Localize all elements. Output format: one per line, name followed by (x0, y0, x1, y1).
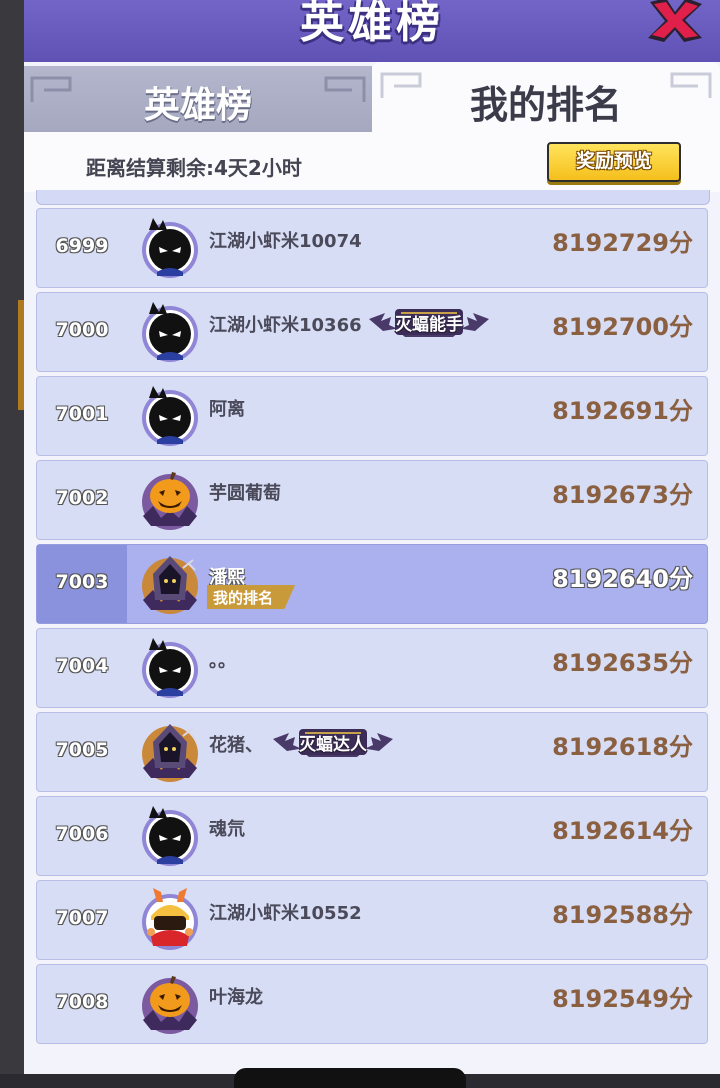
player-name: 江湖小虾米10074 (209, 231, 362, 252)
settlement-countdown: 距离结算剩余:4天2小时 (86, 156, 302, 180)
rank-number: 7005 (55, 739, 109, 761)
list-item[interactable]: 7000 江湖小虾米10366 灭蝠能手 8192700分 (36, 292, 708, 372)
player-score: 8192691分 (552, 397, 693, 425)
list-item[interactable]: 7001 阿离 8192691分 (36, 376, 708, 456)
player-name: 江湖小虾米10366 (209, 315, 362, 336)
background-strip (0, 0, 24, 1074)
list-item[interactable]: 7007 江湖小虾米10552 8192588分 (36, 880, 708, 960)
player-score: 8192614分 (552, 817, 693, 845)
rank-number: 7008 (55, 991, 109, 1013)
close-button[interactable] (644, 0, 706, 46)
list-item[interactable]: 6999 江湖小虾米10074 8192729分 (36, 208, 708, 288)
player-name: 芋圆葡萄 (209, 483, 281, 504)
tab-my-rank[interactable]: 我的排名 (372, 62, 720, 134)
pumpkin-icon (142, 976, 198, 1034)
list-item[interactable]: 7004 。。 8192635分 (36, 628, 708, 708)
player-score: 8192673分 (552, 481, 693, 509)
bunny-warrior-icon (142, 888, 198, 950)
rank-number: 7003 (55, 571, 109, 593)
list-item[interactable]: 7006 魂氘 8192614分 (36, 796, 708, 876)
list-item[interactable]: 7002 芋圆葡萄 8192673分 (36, 460, 708, 540)
player-name: 。。 (209, 651, 236, 672)
player-name: 魂氘 (209, 819, 245, 840)
bottom-handle[interactable] (234, 1068, 466, 1088)
list-item[interactable]: 7005 花猪、 灭蝠达人 8192618分 (36, 712, 708, 792)
player-name: 花猪、 (209, 735, 263, 756)
hooded-reaper-icon (142, 724, 198, 782)
player-score: 8192640分 (552, 565, 693, 593)
list-item[interactable]: 7008 叶海龙 8192549分 (36, 964, 708, 1044)
leaderboard-panel: 英雄榜 英雄榜 我的排名 距离结算剩余:4天2小时 奖励预览 6999 江湖小虾… (24, 0, 720, 1074)
title-badge: 灭蝠能手 (367, 303, 491, 339)
my-rank-tag-label: 我的排名 (213, 589, 274, 607)
shadow-hero-icon (142, 638, 198, 698)
rank-number: 7001 (55, 403, 109, 425)
player-score: 8192588分 (552, 901, 693, 929)
tab-hero-list-label: 英雄榜 (143, 85, 252, 126)
tab-hero-list[interactable]: 英雄榜 (24, 66, 372, 132)
info-bar: 距离结算剩余:4天2小时 奖励预览 (24, 132, 720, 192)
my-ranking-row[interactable]: 7003 潘熙 我的排名 8192640分 (36, 544, 708, 624)
player-score: 8192729分 (552, 229, 693, 257)
player-score: 8192700分 (552, 313, 693, 341)
reward-preview-button[interactable]: 奖励预览 (547, 142, 681, 182)
my-rank-tag: 我的排名 (207, 585, 295, 609)
tab-my-rank-label: 我的排名 (469, 83, 622, 127)
shadow-hero-icon (142, 386, 198, 446)
list-item-partial (36, 190, 710, 205)
player-score: 8192618分 (552, 733, 693, 761)
shadow-hero-icon (142, 302, 198, 362)
shadow-hero-icon (142, 218, 198, 278)
rank-number: 7004 (55, 655, 109, 677)
panel-title: 英雄榜 (300, 0, 444, 48)
shadow-hero-icon (142, 806, 198, 866)
title-badge-label: 灭蝠能手 (395, 315, 463, 335)
pumpkin-icon (142, 472, 198, 530)
player-name: 叶海龙 (209, 987, 263, 1008)
player-score: 8192635分 (552, 649, 693, 677)
title-bar: 英雄榜 (24, 0, 720, 62)
player-name: 阿离 (209, 399, 245, 420)
title-badge: 灭蝠达人 (271, 723, 395, 759)
rank-number: 7002 (55, 487, 109, 509)
rank-number: 7000 (55, 319, 109, 341)
rank-number: 6999 (55, 235, 109, 257)
rank-number: 7006 (55, 823, 109, 845)
close-icon (648, 0, 702, 42)
player-name: 江湖小虾米10552 (209, 903, 362, 924)
hooded-reaper-icon (142, 556, 198, 614)
title-badge-label: 灭蝠达人 (299, 735, 367, 755)
tab-bar: 英雄榜 我的排名 (24, 62, 720, 134)
rank-number: 7007 (55, 907, 109, 929)
player-score: 8192549分 (552, 985, 693, 1013)
